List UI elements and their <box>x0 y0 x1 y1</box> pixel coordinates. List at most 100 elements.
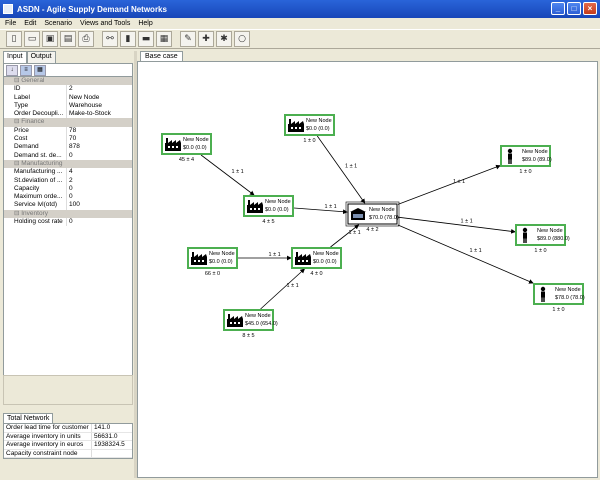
app-icon <box>3 4 13 14</box>
network-edge[interactable] <box>293 207 348 215</box>
property-name: Demand <box>4 143 67 152</box>
menu-views-and-tools[interactable]: Views and Tools <box>80 20 130 27</box>
network-edge[interactable] <box>316 135 366 204</box>
totals-value: 56631.0 <box>94 432 118 440</box>
factory-icon-window <box>230 322 232 324</box>
property-value[interactable]: 878 <box>67 143 80 151</box>
property-value[interactable]: 4 <box>67 168 73 176</box>
new-icon[interactable]: ▯ <box>6 31 22 47</box>
property-value[interactable]: 100 <box>67 201 80 209</box>
network-node[interactable]: New Node $0.0 (0.0) 45 ± 4 <box>161 133 212 163</box>
property-value[interactable]: 2 <box>67 177 73 185</box>
factory-icon-chimney <box>228 314 230 319</box>
edge-label: 1 ± 1 <box>232 169 244 175</box>
property-row[interactable]: Capacity 0 <box>4 184 132 194</box>
property-category[interactable]: ⊟ Inventory <box>4 209 132 219</box>
property-name: Maximum orde... <box>4 193 67 202</box>
network-node[interactable]: New Node $0.0 (0.0) 1 ± 0 <box>284 114 335 144</box>
chart-icon[interactable]: ▮ <box>120 31 136 47</box>
property-value[interactable]: 0 <box>67 152 73 160</box>
property-value[interactable]: 2 <box>67 85 73 93</box>
property-value[interactable]: 0 <box>67 185 73 193</box>
node-label: New Node <box>537 228 563 234</box>
close-button[interactable]: × <box>583 2 597 15</box>
customer-icon-body <box>541 291 545 298</box>
network-node[interactable]: New Node $78.0 (78.0) 1 ± 0 <box>533 283 585 313</box>
network-canvas[interactable]: 1 ± 1 1 ± 1 1 ± 1 1 ± 1 1 ± 1 1 ± 1 1 ± 1 1 ± 1… <box>137 61 598 478</box>
tab-output[interactable]: Output <box>26 51 56 63</box>
totals-table: Order lead time for customer 141.0 Average… <box>3 423 133 459</box>
save-icon[interactable]: ▣ <box>42 31 58 47</box>
node-stat: 45 ± 4 <box>179 157 194 163</box>
property-row[interactable]: Holding cost rate 0 <box>4 218 132 227</box>
menu-help[interactable]: Help <box>138 20 152 27</box>
property-category[interactable]: ⊟ Finance <box>4 118 132 127</box>
menu-file[interactable]: File <box>5 20 16 27</box>
property-row[interactable]: Label New Node <box>4 93 132 102</box>
wrench-plus-icon[interactable]: ✚ <box>198 31 214 47</box>
network-edge[interactable] <box>330 224 360 248</box>
network-icon[interactable]: ⚯ <box>102 31 118 47</box>
property-row[interactable]: Cost 70 <box>4 135 132 144</box>
node-value: $78.0 (78.0) <box>555 295 585 301</box>
network-edge[interactable] <box>260 268 306 310</box>
network-edge[interactable] <box>200 154 255 196</box>
totals-row: Average inventory in units 56631.0 <box>4 432 132 441</box>
totals-value <box>92 450 94 458</box>
property-row[interactable]: Price 78 <box>4 126 132 136</box>
menu-scenario[interactable]: Scenario <box>44 20 72 27</box>
factory-icon-chimney <box>248 200 250 205</box>
property-value[interactable]: 70 <box>67 135 76 143</box>
property-value[interactable]: Warehouse <box>67 102 102 110</box>
node-stat: 1 ± 0 <box>303 138 315 144</box>
property-category[interactable]: ⊟ Manufacturing <box>4 159 132 169</box>
warehouse-icon-door <box>353 214 363 218</box>
property-row[interactable]: Manufacturing ... 4 <box>4 168 132 177</box>
property-category[interactable]: ⊟ General <box>4 77 132 86</box>
customer-icon-leg <box>525 238 527 243</box>
property-row[interactable]: Order Decoupli... Make-to-Stock <box>4 110 132 119</box>
open-icon[interactable]: ▭ <box>24 31 40 47</box>
property-row[interactable]: Demand st. de... 0 <box>4 151 132 160</box>
property-value[interactable]: 0 <box>67 218 73 226</box>
property-row[interactable]: Service lvl(otd) 100 <box>4 201 132 210</box>
network-node[interactable]: New Node $0.0 (0.0) 66 ± 0 <box>187 247 238 277</box>
print-icon[interactable]: ⎙ <box>78 31 94 47</box>
tab-total-network[interactable]: Total Network <box>3 413 54 423</box>
camera-icon[interactable]: ▬ <box>138 31 154 47</box>
maximize-button[interactable]: □ <box>567 2 581 15</box>
property-row[interactable]: Maximum orde... 0 <box>4 193 132 202</box>
node-value: $0.0 (0.0) <box>313 259 337 265</box>
totals-row: Capacity constraint node <box>4 449 132 458</box>
property-row[interactable]: Demand 878 <box>4 143 132 152</box>
minimize-button[interactable]: _ <box>551 2 565 15</box>
edge-label: 1 ± 1 <box>461 219 473 225</box>
categorized-icon[interactable]: ≡ <box>20 64 32 76</box>
sort-az-icon[interactable]: ↓ <box>6 64 18 76</box>
menu-edit[interactable]: Edit <box>24 20 36 27</box>
property-value[interactable]: New Node <box>67 94 99 102</box>
property-value[interactable]: 78 <box>67 127 76 135</box>
customer-icon <box>507 148 513 154</box>
network-node[interactable]: New Node $0.0 (0.0) 4 ± 0 <box>291 247 342 277</box>
network-node[interactable]: New Node $0.0 (0.0) 4 ± 5 <box>243 195 294 225</box>
tab-input[interactable]: Input <box>3 51 27 63</box>
network-node[interactable]: New Node $89.0 (880.0) 1 ± 0 <box>515 224 570 254</box>
property-pages-icon[interactable]: ▦ <box>34 64 46 76</box>
property-row[interactable]: St.deviation of ... 2 <box>4 176 132 185</box>
save-as-icon[interactable]: ▤ <box>60 31 76 47</box>
property-row[interactable]: Type Warehouse <box>4 101 132 111</box>
network-edge[interactable] <box>397 164 501 205</box>
property-value[interactable]: Make-to-Stock <box>67 110 111 118</box>
wrench-icon[interactable]: ✎ <box>180 31 196 47</box>
network-edge[interactable] <box>397 224 534 284</box>
network-node[interactable]: New Node $45.0 (654.0) 8 ± 5 <box>223 309 278 339</box>
report-icon[interactable]: ▦ <box>156 31 172 47</box>
wrench-settings-icon[interactable]: ✱ <box>216 31 232 47</box>
network-node[interactable]: New Node $89.0 (89.0) 1 ± 0 <box>500 145 552 175</box>
property-value[interactable]: 0 <box>67 193 73 201</box>
comment-icon[interactable]: ○ <box>234 31 250 47</box>
network-diagram: 1 ± 1 1 ± 1 1 ± 1 1 ± 1 1 ± 1 1 ± 1 1 ± 1 1 ± 1… <box>161 114 585 339</box>
network-edge[interactable] <box>397 216 516 234</box>
property-row[interactable]: ID 2 <box>4 85 132 94</box>
